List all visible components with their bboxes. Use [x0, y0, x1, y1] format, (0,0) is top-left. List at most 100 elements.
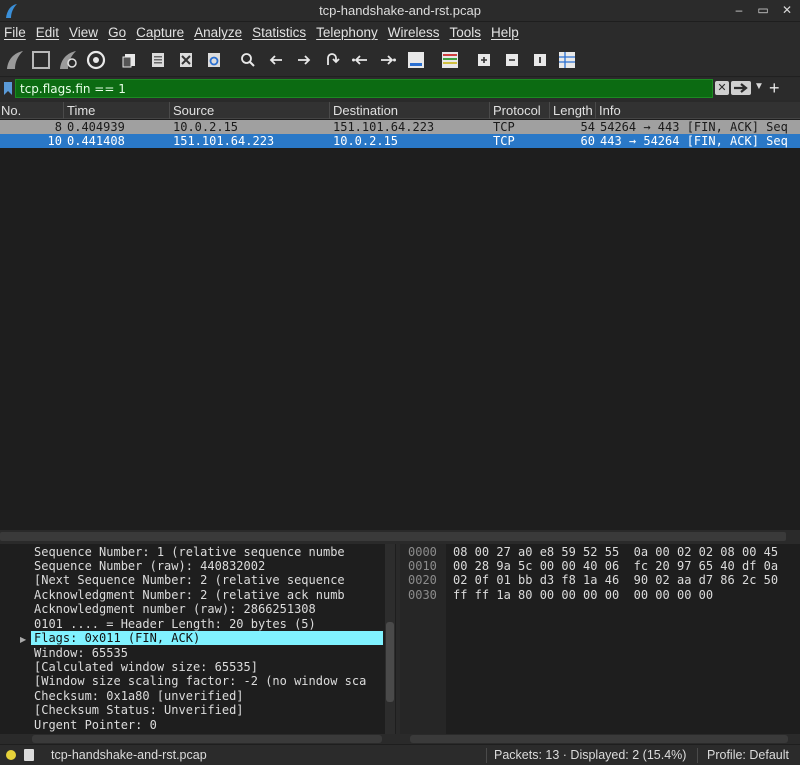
menu-wireless[interactable]: Wireless [388, 25, 440, 40]
packet-time: 0.404939 [67, 120, 125, 134]
find-packet-icon[interactable] [236, 48, 260, 72]
details-vscrollbar[interactable] [385, 544, 395, 734]
expand-arrow-icon[interactable]: ▶ [20, 635, 26, 644]
column-time[interactable]: Time [67, 103, 95, 118]
detail-line[interactable]: Urgent Pointer: 0 [34, 718, 157, 732]
filter-dropdown-icon[interactable]: ▼ [754, 81, 764, 92]
packet-list: No. Time Source Destination Protocol Len… [0, 102, 800, 530]
menu-capture[interactable]: Capture [136, 25, 184, 40]
zoom-out-icon[interactable] [500, 48, 524, 72]
bookmark-icon[interactable] [4, 82, 12, 95]
column-source[interactable]: Source [173, 103, 214, 118]
byte-hex-row[interactable]: 02 0f 01 bb d3 f8 1a 46 90 02 aa d7 86 2… [453, 573, 778, 587]
packet-source: 10.0.2.15 [173, 120, 239, 134]
status-profile[interactable]: Profile: Default [707, 748, 789, 762]
packet-info: 443 → 54264 [FIN, ACK] Seq [600, 134, 788, 148]
auto-scroll-icon[interactable] [404, 48, 428, 72]
menu-telephony[interactable]: Telephony [316, 25, 378, 40]
menu-file[interactable]: File [4, 25, 26, 40]
detail-line-selected[interactable]: Flags: 0x011 (FIN, ACK) [31, 631, 383, 645]
detail-line[interactable]: Sequence Number (raw): 440832002 [34, 559, 265, 573]
close-button[interactable]: ✕ [780, 2, 794, 18]
resize-columns-icon[interactable] [555, 48, 579, 72]
reload-file-icon[interactable] [202, 48, 226, 72]
packet-length: 60 [580, 134, 595, 148]
detail-line[interactable]: Checksum: 0x1a80 [unverified] [34, 689, 244, 703]
menu-bar: File Edit View Go Capture Analyze Statis… [0, 22, 800, 43]
detail-line[interactable]: Acknowledgment number (raw): 2866251308 [34, 602, 316, 616]
first-packet-icon[interactable] [348, 48, 372, 72]
detail-line[interactable]: 0101 .... = Header Length: 20 bytes (5) [34, 617, 316, 631]
packet-list-header: No. Time Source Destination Protocol Len… [0, 102, 800, 119]
column-length[interactable]: Length [553, 103, 593, 118]
details-hscrollbar[interactable] [0, 734, 396, 744]
menu-view[interactable]: View [69, 25, 98, 40]
title-bar: tcp-handshake-and-rst.pcap – ▭ ✕ [0, 0, 800, 22]
column-separator[interactable] [595, 102, 596, 119]
expert-info-icon[interactable] [6, 750, 16, 760]
status-separator [697, 748, 698, 763]
scrollbar-track[interactable] [0, 532, 786, 541]
detail-line[interactable]: Acknowledgment Number: 2 (relative ack n… [34, 588, 345, 602]
byte-hex-row[interactable]: ff ff 1a 80 00 00 00 00 00 00 00 00 [453, 588, 713, 602]
column-separator[interactable] [549, 102, 550, 119]
stop-capture-icon[interactable] [29, 48, 53, 72]
scrollbar-thumb[interactable] [386, 622, 394, 702]
menu-analyze[interactable]: Analyze [194, 25, 242, 40]
packet-row-selected[interactable]: 10 0.441408 151.101.64.223 10.0.2.15 TCP… [0, 134, 800, 148]
start-capture-icon[interactable] [3, 48, 27, 72]
capture-comment-icon[interactable] [24, 749, 34, 761]
bytes-hscrollbar[interactable] [400, 734, 800, 744]
minimize-button[interactable]: – [732, 2, 746, 18]
go-forward-icon[interactable] [292, 48, 316, 72]
normal-size-icon[interactable] [528, 48, 552, 72]
maximize-button[interactable]: ▭ [756, 2, 770, 18]
display-filter-input[interactable]: tcp.flags.fin == 1 [15, 79, 713, 98]
detail-line[interactable]: Window: 65535 [34, 646, 128, 660]
menu-help[interactable]: Help [491, 25, 519, 40]
byte-offset: 0010 [408, 559, 437, 573]
last-packet-icon[interactable] [376, 48, 400, 72]
restart-capture-icon[interactable] [56, 48, 80, 72]
scrollbar-track[interactable] [32, 735, 382, 743]
colorize-icon[interactable] [438, 48, 462, 72]
menu-tools[interactable]: Tools [449, 25, 481, 40]
column-separator[interactable] [169, 102, 170, 119]
zoom-in-icon[interactable] [472, 48, 496, 72]
clear-filter-icon[interactable]: ✕ [715, 81, 729, 95]
capture-options-icon[interactable] [84, 48, 108, 72]
packet-no: 10 [47, 134, 62, 148]
byte-hex-row[interactable]: 08 00 27 a0 e8 59 52 55 0a 00 02 02 08 0… [453, 545, 778, 559]
column-separator[interactable] [489, 102, 490, 119]
packet-no: 8 [54, 120, 62, 134]
detail-line[interactable]: [Next Sequence Number: 2 (relative seque… [34, 573, 345, 587]
detail-line[interactable]: [Checksum Status: Unverified] [34, 703, 244, 717]
display-filter-bar: tcp.flags.fin == 1 ✕ ▼ + [0, 78, 800, 100]
menu-edit[interactable]: Edit [36, 25, 59, 40]
status-filename: tcp-handshake-and-rst.pcap [51, 748, 207, 762]
menu-statistics[interactable]: Statistics [252, 25, 306, 40]
status-packet-count: Packets: 13 · Displayed: 2 (15.4%) [494, 748, 687, 762]
menu-go[interactable]: Go [108, 25, 126, 40]
column-no[interactable]: No. [1, 103, 21, 118]
close-file-icon[interactable] [174, 48, 198, 72]
add-filter-button-icon[interactable]: + [769, 78, 780, 98]
go-to-packet-icon[interactable] [320, 48, 344, 72]
apply-filter-icon[interactable] [731, 81, 751, 95]
column-separator[interactable] [329, 102, 330, 119]
packet-protocol: TCP [493, 120, 515, 134]
detail-line[interactable]: [Calculated window size: 65535] [34, 660, 258, 674]
open-file-icon[interactable] [118, 48, 142, 72]
packet-row[interactable]: 8 0.404939 10.0.2.15 151.101.64.223 TCP … [0, 120, 800, 134]
packet-list-hscrollbar[interactable] [0, 530, 800, 544]
column-destination[interactable]: Destination [333, 103, 398, 118]
column-protocol[interactable]: Protocol [493, 103, 541, 118]
column-info[interactable]: Info [599, 103, 621, 118]
save-file-icon[interactable] [146, 48, 170, 72]
detail-line[interactable]: Sequence Number: 1 (relative sequence nu… [34, 545, 345, 559]
scrollbar-track[interactable] [410, 735, 788, 743]
byte-hex-row[interactable]: 00 28 9a 5c 00 00 40 06 fc 20 97 65 40 d… [453, 559, 778, 573]
column-separator[interactable] [63, 102, 64, 119]
go-back-icon[interactable] [264, 48, 288, 72]
detail-line[interactable]: [Window size scaling factor: -2 (no wind… [34, 674, 366, 688]
